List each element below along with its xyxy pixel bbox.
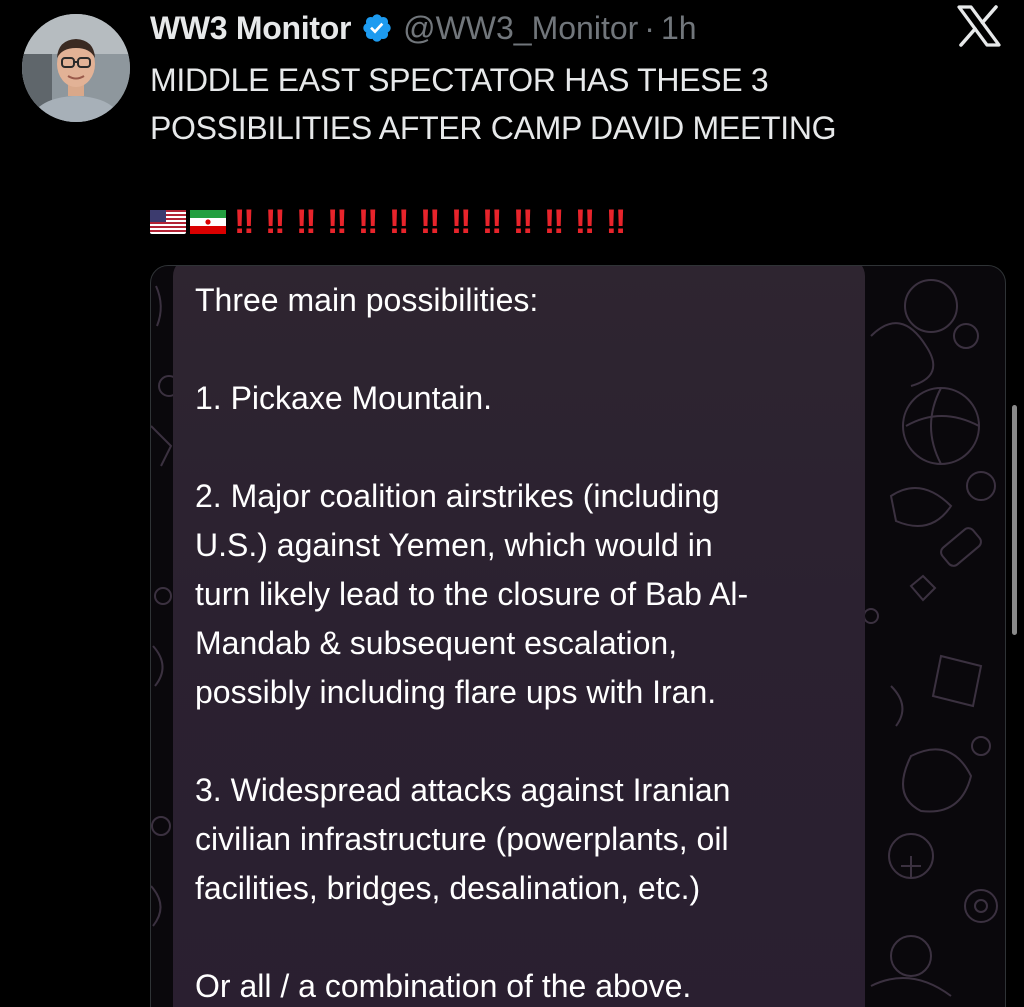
message-line: Mandab & subsequent escalation, [195,625,678,661]
display-name[interactable]: WW3 Monitor [150,10,351,47]
message-line [195,325,855,374]
emoji-row: ‼ ‼ ‼ ‼ ‼ ‼ ‼ ‼ ‼ ‼ ‼ ‼ ‼ [150,198,627,246]
message-line: possibly including flare ups with Iran. [195,674,717,710]
message-line [195,423,855,472]
message-line: turn likely lead to the closure of Bab A… [195,576,749,612]
tweet-media[interactable]: Three main possibilities: 1. Pickaxe Mou… [150,265,1006,1007]
message-line: facilities, bridges, desalination, etc.) [195,870,701,906]
avatar[interactable] [22,14,130,122]
timestamp[interactable]: 1h [661,10,697,47]
verified-badge-icon [363,14,391,42]
message-line: civilian infrastructure (powerplants, oi… [195,821,729,857]
tweet-header: WW3 Monitor @WW3_Monitor · 1h [150,6,697,50]
message-line: 1. Pickaxe Mountain. [195,380,493,416]
message-line [195,913,855,962]
tweet-text: MIDDLE EAST SPECTATOR HAS THESE 3 POSSIB… [150,56,950,152]
tweet-text-line: MIDDLE EAST SPECTATOR HAS THESE 3 [150,62,769,98]
message-line: U.S.) against Yemen, which would in [195,527,713,563]
separator-dot: · [644,9,655,46]
chat-message-text: Three main possibilities: 1. Pickaxe Mou… [195,276,855,1007]
flag-united-states-icon [150,210,186,234]
message-line [195,717,855,766]
message-line: 3. Widespread attacks against Iranian [195,772,731,808]
double-exclamation-emojis: ‼ ‼ ‼ ‼ ‼ ‼ ‼ ‼ ‼ ‼ ‼ ‼ ‼ [234,202,627,241]
message-line: Three main possibilities: [195,282,539,318]
message-line: Or all / a combination of the above. [195,968,692,1004]
handle[interactable]: @WW3_Monitor [403,10,638,47]
profile-photo-icon [22,14,130,122]
tweet-text-line: POSSIBILITIES AFTER CAMP DAVID MEETING [150,110,837,146]
scrollbar[interactable] [1012,405,1017,635]
flag-iran-icon [190,210,226,234]
x-logo-icon[interactable] [955,4,1003,48]
message-line: 2. Major coalition airstrikes (including [195,478,720,514]
